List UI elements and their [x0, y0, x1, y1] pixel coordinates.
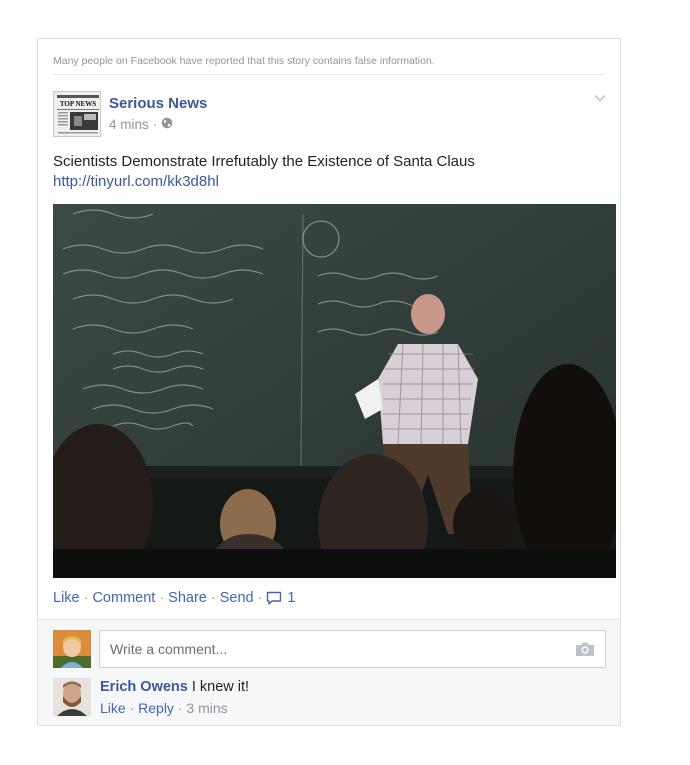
send-link[interactable]: Send [220, 590, 254, 606]
separator: · [210, 590, 216, 606]
post-photo[interactable] [53, 204, 616, 578]
comment-reply-link[interactable]: Reply [138, 700, 174, 716]
current-user-avatar[interactable] [53, 630, 91, 668]
comment-count: 1 [287, 590, 296, 606]
separator: · [177, 700, 183, 716]
camera-icon[interactable] [575, 641, 595, 657]
post-actions: Like · Comment · Share · Send · 1 [53, 590, 296, 606]
comment-time[interactable]: 3 mins [186, 700, 227, 716]
comment-like-link[interactable]: Like [100, 700, 126, 716]
post-headline: Scientists Demonstrate Irrefutably the E… [53, 153, 475, 170]
commenter-avatar[interactable] [53, 678, 91, 716]
post-meta: 4 mins · [109, 117, 173, 132]
comment-count-link[interactable]: 1 [266, 590, 296, 606]
comment-text: I knew it! [191, 679, 250, 695]
comment-author-link[interactable]: Erich Owens [100, 679, 188, 695]
separator: · [159, 590, 165, 606]
comment-input[interactable] [108, 640, 552, 658]
page-avatar[interactable]: TOP NEWS [53, 91, 101, 137]
post-link[interactable]: http://tinyurl.com/kk3d8hl [53, 173, 219, 190]
separator: · [257, 590, 263, 606]
comments-section: Erich Owens I knew it! Like · Reply · 3 … [38, 619, 620, 725]
comment-composer [99, 630, 606, 668]
separator: · [83, 590, 89, 606]
comment-meta: Like · Reply · 3 mins [100, 700, 228, 716]
share-link[interactable]: Share [168, 590, 207, 606]
post-time[interactable]: 4 mins [109, 117, 149, 132]
false-info-warning: Many people on Facebook have reported th… [53, 55, 435, 67]
divider [53, 74, 604, 75]
comment-bubble-icon [266, 591, 282, 605]
like-link[interactable]: Like [53, 590, 80, 606]
globe-icon[interactable] [161, 117, 173, 132]
avatar-masthead: TOP NEWS [60, 100, 96, 108]
comment-body: Erich Owens I knew it! [100, 679, 249, 695]
separator: · [129, 700, 135, 716]
chevron-down-icon[interactable] [593, 91, 607, 105]
comment-link[interactable]: Comment [92, 590, 155, 606]
news-feed-post: Many people on Facebook have reported th… [37, 38, 621, 726]
meta-separator: · [152, 117, 158, 132]
page-name-link[interactable]: Serious News [109, 95, 207, 112]
